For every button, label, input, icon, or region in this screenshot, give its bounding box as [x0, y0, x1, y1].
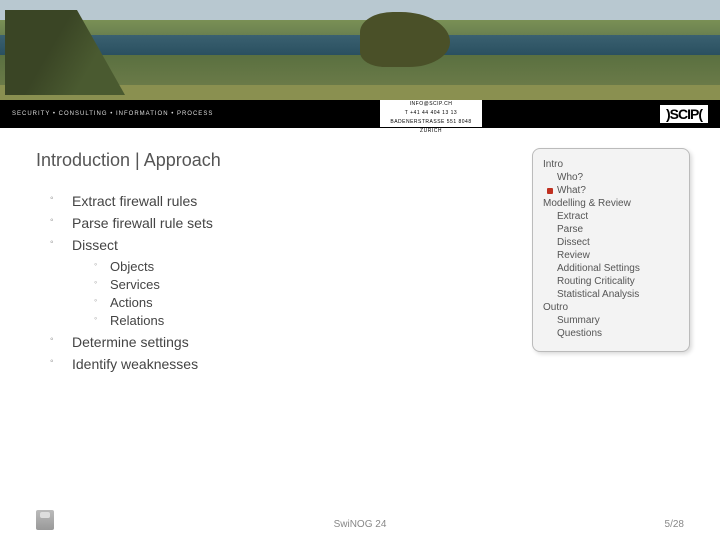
nav-panel: Intro Who? What? Modelling & Review Extr…: [532, 148, 690, 352]
nav-item: Extract: [557, 211, 681, 222]
brand-address: BADENERSTRASSE 551 8048 ZÜRICH: [380, 118, 482, 127]
footer-pager: 5/28: [665, 519, 684, 530]
footer-event: SwiNOG 24: [334, 519, 387, 530]
nav-item: Summary: [557, 315, 681, 326]
brand-tagline: SECURITY • CONSULTING • INFORMATION • PR…: [12, 111, 213, 117]
nav-item: Parse: [557, 224, 681, 235]
nav-section-modelling: Modelling & Review: [543, 198, 681, 209]
nav-item: Questions: [557, 328, 681, 339]
nav-item: Routing Criticality: [557, 276, 681, 287]
nav-item-current: What?: [557, 185, 681, 196]
footer-icon: [36, 510, 54, 530]
list-item-label: Dissect: [72, 237, 118, 253]
nav-section-intro: Intro: [543, 159, 681, 170]
brand-email: INFO@SCIP.CH: [380, 100, 482, 109]
nav-item: Additional Settings: [557, 263, 681, 274]
footer: SwiNOG 24 5/28: [0, 510, 720, 530]
brand-logo: )SCIP(: [660, 105, 708, 123]
nav-section-outro: Outro: [543, 302, 681, 313]
list-item: Identify weaknesses: [42, 356, 684, 372]
brand-phone: T +41 44 404 13 13: [380, 109, 482, 118]
header-photo: [0, 0, 720, 100]
nav-item: Statistical Analysis: [557, 289, 681, 300]
nav-item: Dissect: [557, 237, 681, 248]
nav-item: Review: [557, 250, 681, 261]
brand-bar: SECURITY • CONSULTING • INFORMATION • PR…: [0, 100, 720, 128]
nav-item: Who?: [557, 172, 681, 183]
